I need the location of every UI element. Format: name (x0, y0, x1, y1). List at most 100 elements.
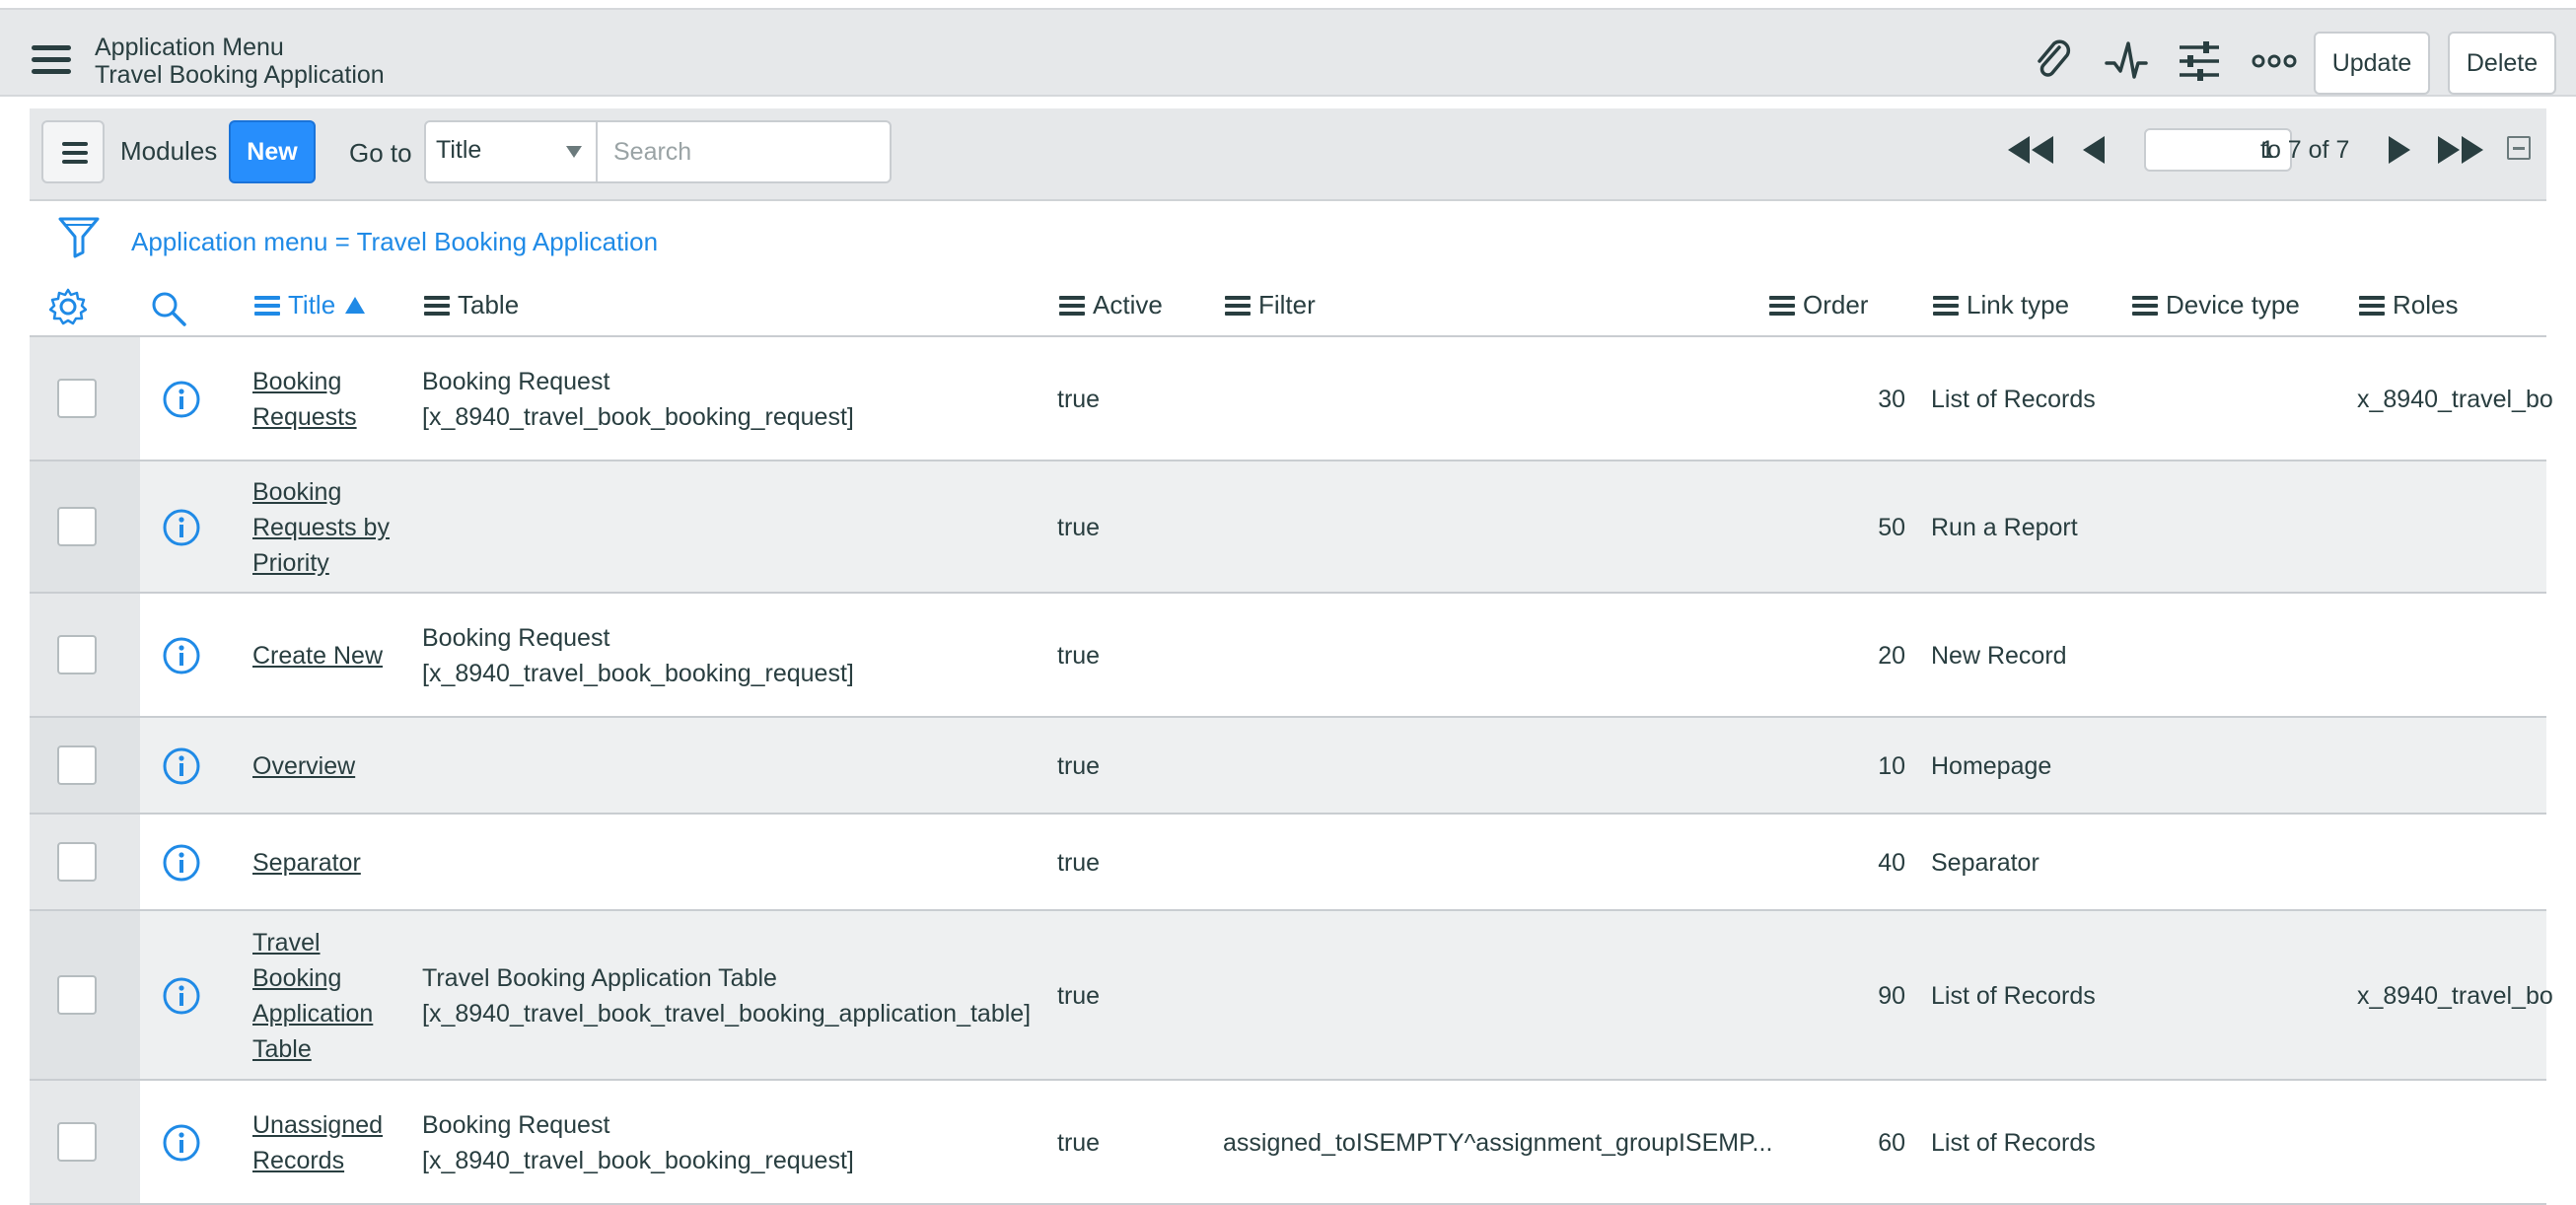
row-table: Booking Request [x_8940_travel_book_booki… (422, 364, 854, 435)
row-link-type: New Record (1931, 642, 2067, 670)
row-title-link-line[interactable]: Records (252, 1143, 383, 1178)
column-menu-icon[interactable] (2359, 296, 2385, 316)
paperclip-icon[interactable] (2030, 37, 2077, 85)
info-icon[interactable] (162, 508, 201, 547)
row-title-link-line[interactable]: Overview (252, 748, 355, 784)
row-roles: x_8940_travel_bo (2357, 982, 2553, 1010)
row-title-link[interactable]: Travel Booking Application Table (252, 925, 373, 1067)
list-menu-icon[interactable] (41, 120, 105, 183)
filter-funnel-icon[interactable] (57, 213, 101, 260)
caret-down-icon (566, 146, 582, 158)
row-roles: x_8940_travel_bo (2357, 386, 2553, 413)
column-menu-icon[interactable] (424, 296, 450, 316)
list-personalize-gear-icon[interactable] (49, 288, 87, 325)
row-table: Booking Request [x_8940_travel_book_booki… (422, 620, 854, 691)
column-header-title[interactable]: Title (254, 290, 366, 329)
row-title-link[interactable]: Booking Requests by Priority (252, 474, 390, 581)
row-checkbox[interactable] (57, 975, 97, 1015)
row-title-link-line[interactable]: Priority (252, 545, 390, 581)
row-title-link-line[interactable]: Travel (252, 925, 373, 960)
row-title-link-line[interactable]: Table (252, 1031, 373, 1067)
new-button[interactable]: New (229, 120, 316, 183)
more-options-icon[interactable] (2251, 37, 2298, 85)
column-header-active[interactable]: Active (1059, 290, 1163, 329)
filter-breadcrumb[interactable]: Application menu = Travel Booking Applic… (131, 227, 658, 257)
row-table-line: Travel Booking Application Table (422, 964, 777, 992)
row-title-link[interactable]: Booking Requests (252, 364, 357, 435)
row-table-line: Booking Request (422, 624, 610, 652)
hamburger-menu-icon[interactable] (32, 45, 71, 75)
row-link-type: Homepage (1931, 752, 2052, 780)
info-icon[interactable] (162, 843, 201, 883)
first-page-icon[interactable] (2006, 134, 2055, 166)
row-title-link-line[interactable]: Create New (252, 638, 383, 673)
row-table-line: [x_8940_travel_book_booking_request] (422, 1147, 854, 1174)
column-menu-icon[interactable] (254, 296, 280, 316)
row-checkbox[interactable] (57, 745, 97, 785)
column-header-filter[interactable]: Filter (1225, 290, 1316, 329)
column-menu-icon[interactable] (1225, 296, 1251, 316)
row-title-link-line[interactable]: Booking (252, 474, 390, 510)
row-link-type: List of Records (1931, 386, 2096, 413)
table-row: Booking Requests by Priority true 50 Run a Re… (30, 461, 2546, 594)
row-active: true (1057, 752, 1101, 780)
info-icon[interactable] (162, 1123, 201, 1163)
row-checkbox[interactable] (57, 842, 97, 882)
column-header-table[interactable]: Table (424, 290, 519, 329)
activity-pulse-icon[interactable] (2103, 37, 2150, 85)
row-title-link[interactable]: Create New (252, 638, 383, 673)
column-menu-icon[interactable] (2132, 296, 2158, 316)
row-title-link-line[interactable]: Requests by (252, 510, 390, 545)
column-header-device-type[interactable]: Device type (2132, 290, 2300, 329)
column-menu-icon[interactable] (1933, 296, 1959, 316)
row-title-link[interactable]: Separator (252, 845, 361, 881)
info-icon[interactable] (162, 746, 201, 786)
row-title-link-line[interactable]: Separator (252, 845, 361, 881)
info-icon[interactable] (162, 976, 201, 1016)
record-name-title: Travel Booking Application (95, 61, 385, 89)
row-checkbox[interactable] (57, 635, 97, 674)
search-input[interactable] (596, 120, 892, 183)
column-search-icon[interactable] (150, 290, 187, 327)
row-table: Booking Request [x_8940_travel_book_booki… (422, 1107, 854, 1178)
delete-button[interactable]: Delete (2448, 32, 2556, 95)
row-order: 90 (1878, 982, 1905, 1010)
last-page-icon[interactable] (2436, 134, 2485, 166)
row-active: true (1057, 849, 1101, 877)
column-menu-icon[interactable] (1059, 296, 1085, 316)
goto-field-select[interactable]: Title (424, 120, 598, 183)
row-table: Travel Booking Application Table [x_8940_… (422, 960, 1031, 1031)
column-header-roles[interactable]: Roles (2359, 290, 2458, 329)
row-order: 20 (1878, 642, 1905, 670)
row-checkbox[interactable] (57, 1122, 97, 1162)
column-header-order[interactable]: Order (1769, 290, 1868, 329)
column-header-link-type[interactable]: Link type (1933, 290, 2069, 329)
column-menu-icon[interactable] (1769, 296, 1795, 316)
row-title-link-line[interactable]: Application (252, 996, 373, 1031)
info-icon[interactable] (162, 636, 201, 675)
goto-field-value: Title (436, 136, 482, 164)
row-title-link-line[interactable]: Booking (252, 364, 357, 399)
row-checkbox[interactable] (57, 379, 97, 418)
previous-page-icon[interactable] (2081, 134, 2107, 166)
collapse-icon[interactable] (2507, 136, 2531, 160)
row-title-link-line[interactable]: Booking (252, 960, 373, 996)
record-type-title: Application Menu (95, 34, 284, 61)
row-title-link-line[interactable]: Unassigned (252, 1107, 383, 1143)
update-button[interactable]: Update (2314, 32, 2430, 95)
table-row: Booking Requests Booking Request [x_8940_tr… (30, 337, 2553, 461)
table-row: Travel Booking Application Table Travel Book… (30, 911, 2553, 1081)
table-row: Separator true 40 Separator (30, 815, 2546, 911)
next-page-icon[interactable] (2387, 134, 2412, 166)
settings-sliders-icon[interactable] (2176, 37, 2223, 85)
table-row: Create New Booking Request [x_8940_travel_… (30, 594, 2546, 718)
row-title-link[interactable]: Unassigned Records (252, 1107, 383, 1178)
row-link-type: List of Records (1931, 1129, 2096, 1157)
row-order: 40 (1878, 849, 1905, 877)
table-row: Unassigned Records Booking Request [x_8940_… (30, 1081, 2546, 1205)
row-title-link-line[interactable]: Requests (252, 399, 357, 435)
row-checkbox[interactable] (57, 507, 97, 546)
info-icon[interactable] (162, 380, 201, 419)
row-title-link[interactable]: Overview (252, 748, 355, 784)
row-table-line: [x_8940_travel_book_booking_request] (422, 403, 854, 431)
